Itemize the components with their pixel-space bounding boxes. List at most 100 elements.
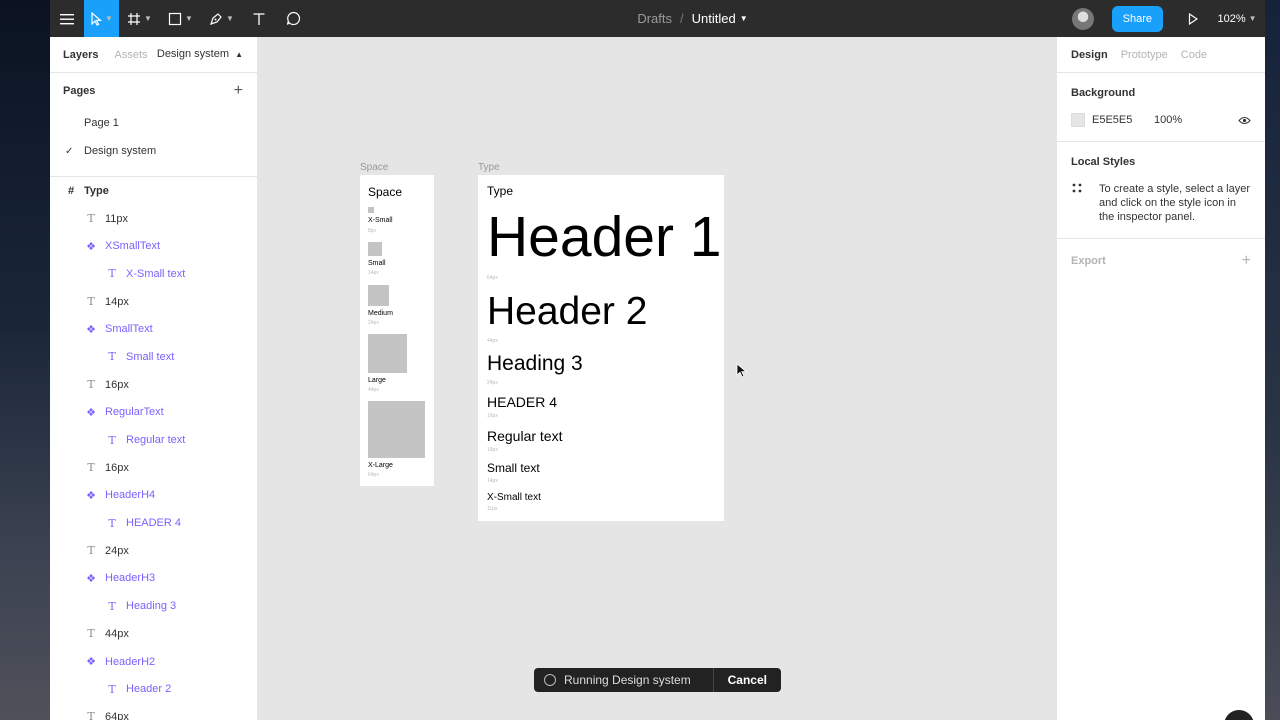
space-name: X-Small	[368, 217, 393, 224]
breadcrumb-separator: /	[680, 11, 684, 26]
figma-window: ▼ ▼ ▼ ▼ Drafts / Untitled ▼ Share 102% ▼…	[50, 0, 1265, 720]
background-row: E5E5E5 100%	[1071, 113, 1251, 127]
space-frame[interactable]: Space X-Small 8px Small 14px Medium 24px…	[360, 175, 434, 486]
layer-name: 14px	[105, 295, 129, 308]
zoom-dropdown[interactable]: 102% ▼	[1209, 13, 1265, 25]
left-panel: Layers Assets Design system ▲ Pages + Pa…	[50, 37, 258, 720]
layer-row[interactable]: ❖ HeaderH2	[50, 648, 257, 676]
layer-row[interactable]: T 24px	[50, 537, 257, 565]
comment-icon	[286, 11, 300, 26]
tab-code[interactable]: Code	[1181, 49, 1207, 61]
page-item-current[interactable]: ✓ Design system	[50, 137, 257, 165]
chevron-down-icon: ▼	[226, 14, 234, 23]
layer-row[interactable]: # Type	[50, 177, 257, 205]
text-layer-icon: T	[87, 295, 95, 309]
type-sample-header-1: Header 1	[487, 205, 722, 269]
tab-layers[interactable]: Layers	[63, 49, 98, 61]
layer-row[interactable]: T Small text	[50, 343, 257, 371]
layer-name: HeaderH4	[105, 489, 156, 502]
frame-layer-icon: #	[67, 184, 75, 197]
background-section: Background E5E5E5 100%	[1057, 73, 1265, 142]
space-swatch-small	[368, 242, 382, 256]
pen-tool-button[interactable]: ▼	[201, 0, 242, 37]
tab-design[interactable]: Design	[1071, 49, 1108, 61]
layer-row[interactable]: ❖ HeaderH3	[50, 565, 257, 593]
add-page-icon[interactable]: +	[234, 83, 243, 99]
chevron-down-icon: ▼	[185, 14, 193, 23]
shape-tool-button[interactable]: ▼	[160, 0, 201, 37]
type-frame[interactable]: Type Header 1 64px Header 2 44px Heading…	[478, 175, 724, 521]
layer-row[interactable]: ❖ RegularText	[50, 399, 257, 427]
layer-row[interactable]: ❖ XSmallText	[50, 232, 257, 260]
layer-name: HEADER 4	[126, 517, 182, 530]
text-layer-icon: T	[108, 516, 116, 530]
comment-tool-button[interactable]	[276, 0, 310, 37]
tab-prototype[interactable]: Prototype	[1121, 49, 1168, 61]
tab-assets[interactable]: Assets	[114, 49, 147, 61]
text-layer-icon: T	[87, 461, 95, 475]
space-name: Large	[368, 377, 386, 384]
add-export-icon[interactable]: +	[1242, 253, 1251, 269]
breadcrumb-drafts-link[interactable]: Drafts	[637, 11, 672, 26]
page-dropdown[interactable]: Design system ▲	[157, 48, 243, 60]
text-layer-icon: T	[87, 544, 95, 558]
layer-row[interactable]: T HEADER 4	[50, 509, 257, 537]
text-tool-button[interactable]	[242, 0, 276, 37]
export-title: Export	[1071, 255, 1106, 267]
space-frame-label[interactable]: Space	[360, 162, 388, 173]
component-icon: ❖	[86, 656, 96, 669]
background-opacity-input[interactable]: 100%	[1154, 114, 1238, 126]
page-item[interactable]: Page 1	[50, 109, 257, 137]
share-button[interactable]: Share	[1111, 5, 1163, 32]
eye-icon[interactable]	[1238, 116, 1251, 125]
move-tool-button[interactable]: ▼	[84, 0, 119, 37]
layer-name: Regular text	[126, 434, 186, 447]
space-swatch-xlarge	[368, 401, 425, 458]
layer-row[interactable]: T 16px	[50, 371, 257, 399]
space-size: 8px	[368, 228, 377, 234]
layer-row[interactable]: T 64px	[50, 703, 257, 720]
layer-row[interactable]: T X-Small text	[50, 260, 257, 288]
local-styles-title: Local Styles	[1071, 156, 1136, 168]
layer-row[interactable]: T Regular text	[50, 426, 257, 454]
background-color-swatch[interactable]	[1071, 113, 1085, 127]
space-name: Small	[368, 260, 386, 267]
layers-list: # Type T 11px ❖ XSmallText T X-Small text T 14px ❖…	[50, 177, 257, 720]
type-size: 64px	[487, 275, 498, 281]
chevron-down-icon: ▼	[144, 14, 152, 23]
frame-tool-button[interactable]: ▼	[119, 0, 160, 37]
canvas[interactable]: Space Type Space X-Small 8px Small 14px …	[258, 37, 1056, 720]
present-button[interactable]	[1177, 12, 1209, 25]
component-icon: ❖	[86, 323, 96, 336]
layer-name: 64px	[105, 710, 129, 720]
type-frame-title: Type	[487, 184, 514, 198]
layer-name: SmallText	[105, 323, 153, 336]
text-layer-icon: T	[87, 212, 95, 226]
layer-row[interactable]: T 44px	[50, 620, 257, 648]
chevron-down-icon: ▼	[1248, 14, 1257, 23]
main-menu-button[interactable]	[50, 0, 84, 37]
layer-row[interactable]: T 11px	[50, 205, 257, 233]
layer-row[interactable]: T Heading 3	[50, 592, 257, 620]
text-layer-icon: T	[87, 710, 95, 720]
pages-header: Pages +	[50, 73, 257, 109]
type-frame-label[interactable]: Type	[478, 162, 500, 173]
type-size: 44px	[487, 338, 498, 344]
background-hex-input[interactable]: E5E5E5	[1092, 114, 1154, 126]
local-styles-hint-row: To create a style, select a layer and cl…	[1071, 182, 1251, 224]
right-panel-tabs: Design Prototype Code	[1057, 37, 1265, 73]
text-layer-icon: T	[87, 378, 95, 392]
cancel-button[interactable]: Cancel	[714, 673, 781, 687]
layer-name: HeaderH3	[105, 572, 156, 585]
type-sample-header-2: Header 2	[487, 290, 648, 333]
export-section: Export +	[1057, 239, 1265, 283]
layer-row[interactable]: ❖ HeaderH4	[50, 482, 257, 510]
chevron-down-icon[interactable]: ▼	[740, 14, 748, 23]
avatar[interactable]	[1071, 7, 1094, 30]
layer-row[interactable]: ❖ SmallText	[50, 315, 257, 343]
layer-row[interactable]: T 14px	[50, 288, 257, 316]
space-size: 14px	[368, 270, 379, 276]
file-title[interactable]: Untitled	[692, 11, 736, 26]
layer-row[interactable]: T Header 2	[50, 675, 257, 703]
layer-row[interactable]: T 16px	[50, 454, 257, 482]
